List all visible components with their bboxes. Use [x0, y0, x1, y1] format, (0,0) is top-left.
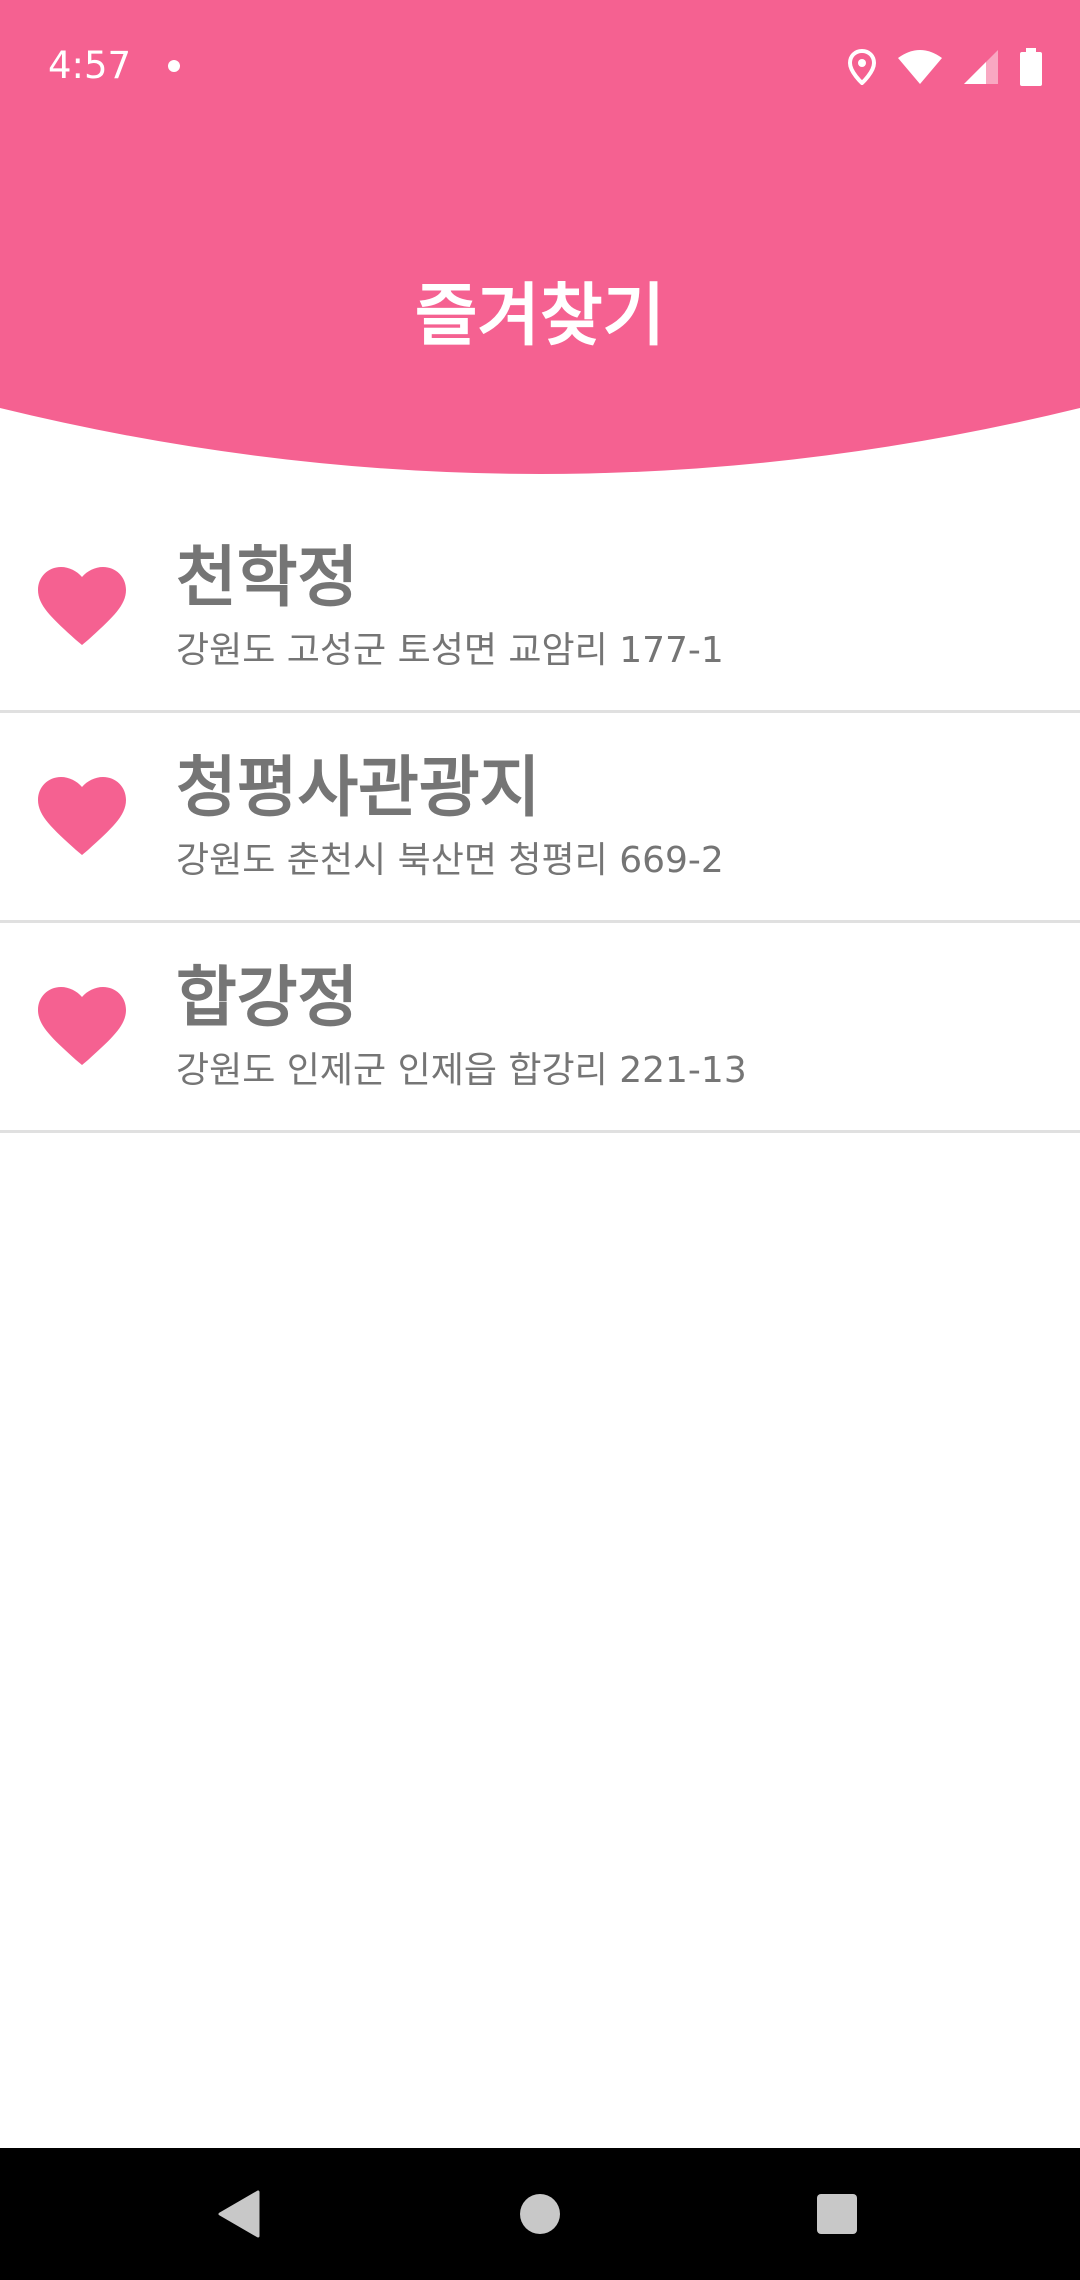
list-item[interactable]: 청평사관광지 강원도 춘천시 북산면 청평리 669-2 — [0, 715, 1080, 923]
status-time: 4:57 — [48, 44, 132, 87]
favorites-screen: 4:57 즐겨찾기 천학정 강원도 고성군 토성면 교암리 177-1 청평사관… — [0, 0, 1080, 2280]
recents-icon[interactable] — [817, 2194, 857, 2234]
favorite-address: 강원도 춘천시 북산면 청평리 669-2 — [176, 840, 724, 881]
heart-icon[interactable] — [38, 567, 126, 647]
favorites-list: 천학정 강원도 고성군 토성면 교암리 177-1 청평사관광지 강원도 춘천시… — [0, 505, 1080, 1133]
favorite-name: 청평사관광지 — [176, 749, 541, 826]
list-item[interactable]: 합강정 강원도 인제군 인제읍 합강리 221-13 — [0, 925, 1080, 1133]
page-title: 즐겨찾기 — [414, 277, 666, 356]
navigation-bar — [0, 2148, 1080, 2280]
notification-dot-icon — [168, 60, 180, 72]
status-icons — [848, 45, 1042, 89]
favorite-address: 강원도 고성군 토성면 교암리 177-1 — [176, 630, 724, 671]
favorite-name: 천학정 — [176, 539, 359, 616]
favorite-name: 합강정 — [176, 959, 359, 1036]
list-item[interactable]: 천학정 강원도 고성군 토성면 교암리 177-1 — [0, 505, 1080, 713]
favorite-address: 강원도 인제군 인제읍 합강리 221-13 — [176, 1050, 747, 1091]
heart-icon[interactable] — [38, 987, 126, 1067]
status-bar: 4:57 — [0, 0, 1080, 135]
back-icon[interactable] — [218, 2190, 260, 2238]
heart-icon[interactable] — [38, 777, 126, 857]
home-icon[interactable] — [520, 2194, 560, 2234]
cell-signal-icon — [964, 50, 998, 84]
wifi-icon — [898, 50, 942, 84]
location-pin-icon — [848, 49, 876, 85]
battery-icon — [1020, 48, 1042, 86]
